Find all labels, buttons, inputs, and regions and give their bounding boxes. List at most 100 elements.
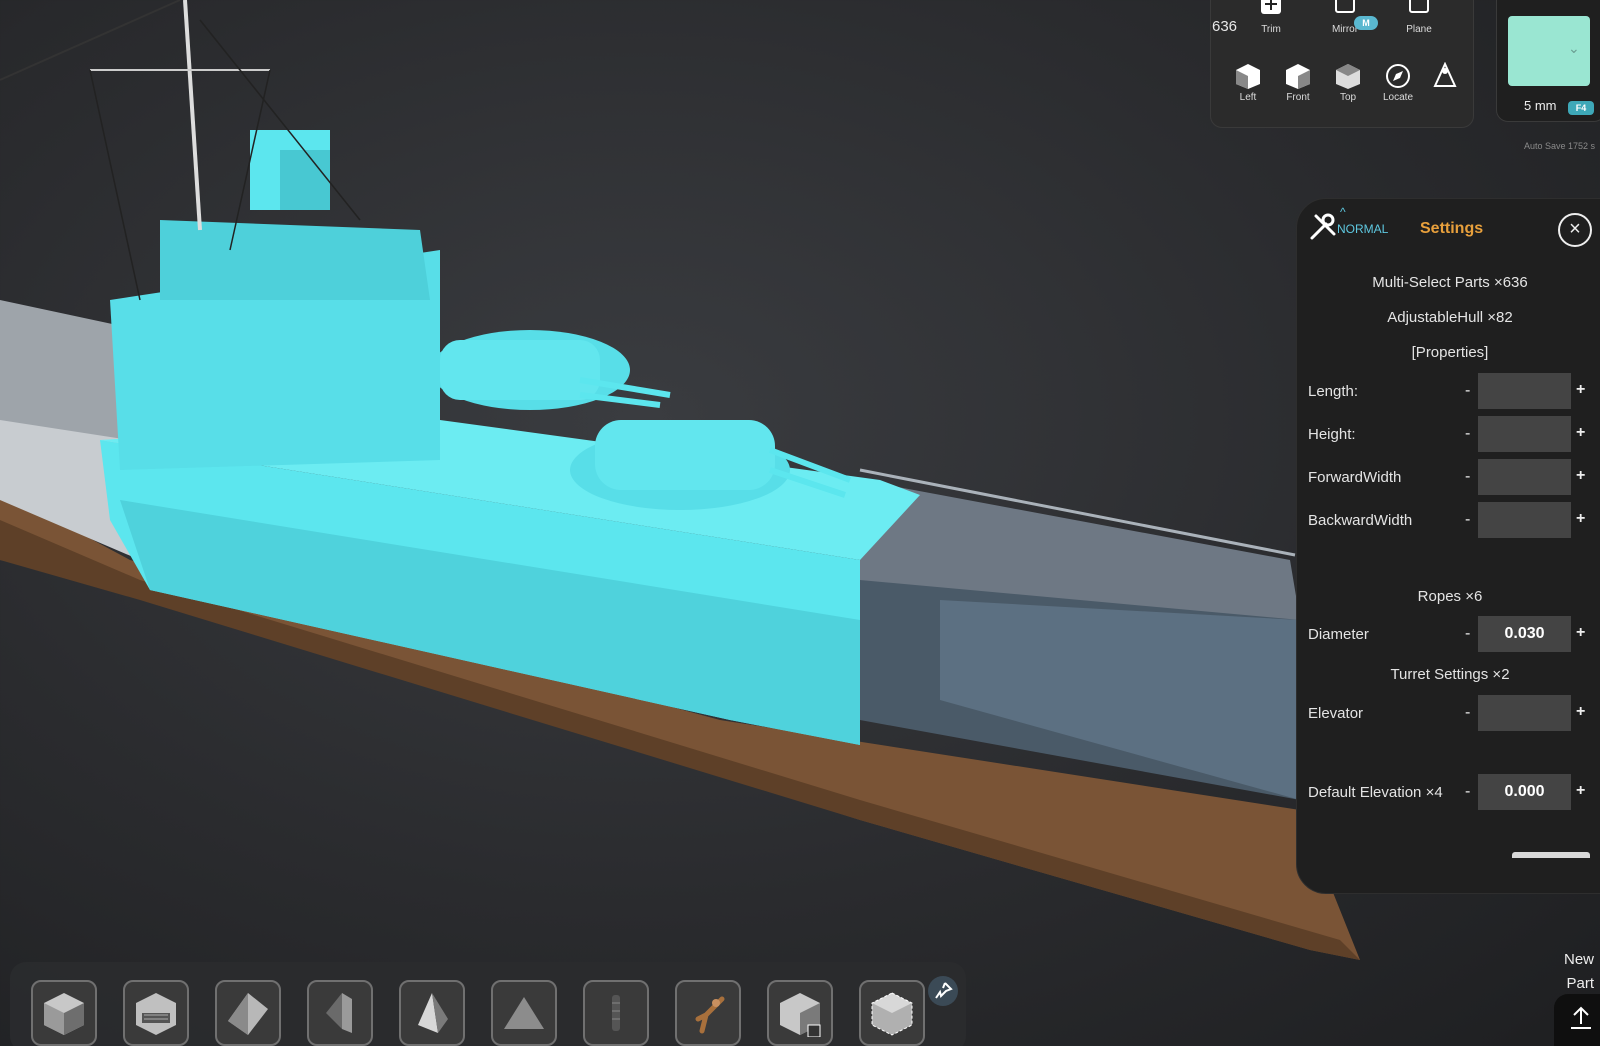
upload-button[interactable] <box>1554 994 1600 1046</box>
backward-width-increment[interactable]: + <box>1576 510 1585 528</box>
height-field[interactable] <box>1478 416 1571 452</box>
height-increment[interactable]: + <box>1576 424 1585 442</box>
locate-button[interactable]: Locate <box>1373 62 1423 103</box>
compass-icon <box>1386 64 1410 88</box>
close-icon: × <box>1569 218 1581 240</box>
pyramid-icon <box>418 993 448 1033</box>
figure-icon <box>695 996 725 1034</box>
palette-prism-button[interactable] <box>491 980 557 1046</box>
view-top-button[interactable]: Top <box>1323 62 1373 103</box>
diameter-field[interactable] <box>1478 616 1571 652</box>
palette-wire-cube-button[interactable] <box>859 980 925 1046</box>
palette-cabin-button[interactable] <box>123 980 189 1046</box>
measure-icon <box>1433 62 1457 87</box>
forward-width-increment[interactable]: + <box>1576 467 1585 485</box>
plane-icon <box>1409 0 1429 13</box>
default-elevation-label: Default Elevation ×4 <box>1308 784 1443 801</box>
selected-part-count: 636 <box>1212 18 1238 35</box>
locate-label: Locate <box>1382 92 1414 103</box>
panel-scrollbar[interactable] <box>1512 852 1590 858</box>
chevron-down-icon[interactable]: ⌄ <box>1568 40 1580 57</box>
grid-size[interactable]: 5 mm <box>1524 98 1557 113</box>
properties-header: [Properties] <box>1411 344 1489 361</box>
view-front-button[interactable]: Front <box>1273 62 1323 103</box>
forward-width-field[interactable] <box>1478 459 1571 495</box>
turret-group-title: Turret Settings ×2 <box>1390 666 1510 683</box>
turret-b-body <box>440 340 600 400</box>
custom-cube-icon <box>780 993 821 1037</box>
left-label: Left <box>1239 92 1257 103</box>
cube-top-icon <box>1336 64 1360 89</box>
bridge-shape <box>160 220 430 300</box>
height-label: Height: <box>1308 426 1356 443</box>
close-settings-button[interactable]: × <box>1558 213 1592 247</box>
new-part-line2: Part <box>1566 975 1594 992</box>
top-label: Top <box>1339 92 1357 103</box>
mode-label[interactable]: NORMAL <box>1337 222 1388 236</box>
palette-figure-button[interactable] <box>675 980 741 1046</box>
length-field[interactable] <box>1478 373 1571 409</box>
half-wedge-icon <box>326 993 352 1033</box>
palette-wedge-button[interactable] <box>215 980 281 1046</box>
cube-icon <box>44 993 84 1035</box>
default-elevation-field[interactable] <box>1478 774 1571 810</box>
wedge-icon <box>228 993 268 1035</box>
elevator-increment[interactable]: + <box>1576 703 1585 721</box>
height-decrement[interactable]: - <box>1465 425 1470 443</box>
rigging-line <box>89 69 141 301</box>
elevator-label: Elevator <box>1308 705 1364 722</box>
length-label: Length: <box>1308 383 1359 400</box>
ropes-group-title: Ropes ×6 <box>1417 588 1483 605</box>
diameter-decrement[interactable]: - <box>1465 625 1470 643</box>
hull-group-title: AdjustableHull ×82 <box>1387 309 1513 326</box>
cylinder-icon <box>612 995 620 1031</box>
upload-icon <box>1571 1006 1591 1029</box>
plane-label: Plane <box>1406 24 1432 35</box>
measure-button[interactable] <box>1420 62 1470 92</box>
cube-left-icon <box>1236 64 1260 89</box>
length-increment[interactable]: + <box>1576 381 1585 399</box>
cube-front-icon <box>1286 64 1310 89</box>
scale-icon <box>1261 0 1281 14</box>
length-decrement[interactable]: - <box>1465 382 1470 400</box>
autosave-status: Auto Save 1752 s <box>1524 141 1596 151</box>
backward-width-decrement[interactable]: - <box>1465 511 1470 529</box>
front-label: Front <box>1286 92 1310 103</box>
mirror-badge: M <box>1354 16 1378 30</box>
backward-width-label: BackwardWidth <box>1308 512 1413 529</box>
tools-icon[interactable] <box>1308 212 1338 242</box>
wire-cube-icon <box>871 992 913 1036</box>
plane-button[interactable]: Plane <box>1394 0 1444 35</box>
hotkey-badge: F4 <box>1568 101 1594 115</box>
new-part-label[interactable]: New Part <box>1560 948 1594 996</box>
cabin-icon <box>136 993 176 1035</box>
forward-width-decrement[interactable]: - <box>1465 468 1470 486</box>
diameter-increment[interactable]: + <box>1576 624 1585 642</box>
prism-icon <box>504 997 544 1029</box>
palette-cube-button[interactable] <box>31 980 97 1046</box>
rigging-line <box>0 0 181 81</box>
tower-top <box>280 150 330 210</box>
pin-palette-button[interactable] <box>928 976 958 1006</box>
backward-width-field[interactable] <box>1478 502 1571 538</box>
default-elevation-decrement[interactable]: - <box>1465 783 1470 801</box>
elevator-decrement[interactable]: - <box>1465 704 1470 722</box>
mode-caret-icon[interactable]: ^ <box>1340 205 1346 219</box>
mast <box>183 0 202 231</box>
palette-half-wedge-button[interactable] <box>307 980 373 1046</box>
view-left-button[interactable]: Left <box>1223 62 1273 103</box>
elevator-field[interactable] <box>1478 695 1571 731</box>
settings-title: Settings <box>1420 220 1484 237</box>
trim-label: Trim <box>1261 24 1281 35</box>
palette-cylinder-button[interactable] <box>583 980 649 1046</box>
trim-button[interactable]: Trim <box>1246 0 1296 35</box>
forward-width-label: ForwardWidth <box>1308 469 1402 486</box>
palette-custom-cube-button[interactable] <box>767 980 833 1046</box>
palette-pyramid-button[interactable] <box>399 980 465 1046</box>
diameter-label: Diameter <box>1308 626 1369 643</box>
turret-a-body <box>595 420 775 490</box>
default-elevation-increment[interactable]: + <box>1576 782 1585 800</box>
pin-icon <box>935 982 953 999</box>
new-part-line1: New <box>1563 951 1594 968</box>
multi-select-title: Multi-Select Parts ×636 <box>1372 274 1528 291</box>
